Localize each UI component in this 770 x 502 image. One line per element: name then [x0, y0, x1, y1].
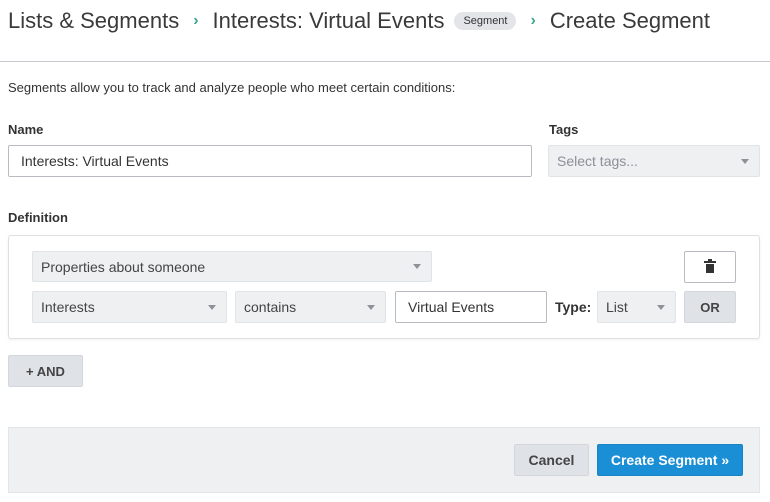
breadcrumb-segment-name[interactable]: Interests: Virtual Events: [213, 8, 445, 34]
tags-label: Tags: [549, 122, 579, 137]
type-select[interactable]: List: [597, 291, 676, 323]
delete-condition-button[interactable]: [684, 251, 736, 283]
caret-down-icon: [367, 304, 375, 310]
type-label: Type:: [555, 299, 592, 315]
chevron-right-icon: ›: [193, 12, 199, 29]
name-input[interactable]: Interests: Virtual Events: [8, 145, 532, 177]
cancel-button[interactable]: Cancel: [514, 444, 589, 476]
tags-select[interactable]: Select tags...: [548, 145, 760, 177]
tags-placeholder: Select tags...: [557, 153, 638, 169]
definition-label: Definition: [8, 210, 68, 225]
create-segment-button[interactable]: Create Segment »: [597, 444, 743, 476]
breadcrumb-lists-segments[interactable]: Lists & Segments: [8, 8, 179, 34]
condition-value-input[interactable]: Virtual Events: [395, 291, 547, 323]
trash-icon: [704, 259, 716, 273]
or-button[interactable]: OR: [684, 291, 736, 323]
segment-badge: Segment: [454, 12, 517, 30]
type-value: List: [606, 299, 628, 315]
property-select[interactable]: Interests: [32, 291, 227, 323]
breadcrumb: Lists & Segments › Interests: Virtual Ev…: [8, 8, 710, 34]
condition-type-select[interactable]: Properties about someone: [32, 251, 432, 282]
add-and-button[interactable]: + AND: [8, 355, 83, 387]
caret-down-icon: [413, 264, 421, 269]
caret-down-icon: [741, 158, 749, 164]
chevron-right-icon: ›: [530, 12, 536, 29]
property-value: Interests: [41, 299, 95, 315]
name-label: Name: [8, 122, 44, 137]
header-divider: [0, 61, 770, 62]
page-title: Create Segment: [549, 8, 711, 33]
condition-type-value: Properties about someone: [41, 258, 206, 275]
operator-select[interactable]: contains: [235, 291, 386, 323]
operator-value: contains: [244, 299, 297, 315]
caret-down-icon: [657, 304, 665, 310]
caret-down-icon: [208, 304, 216, 310]
intro-text: Segments allow you to track and analyze …: [8, 80, 456, 95]
